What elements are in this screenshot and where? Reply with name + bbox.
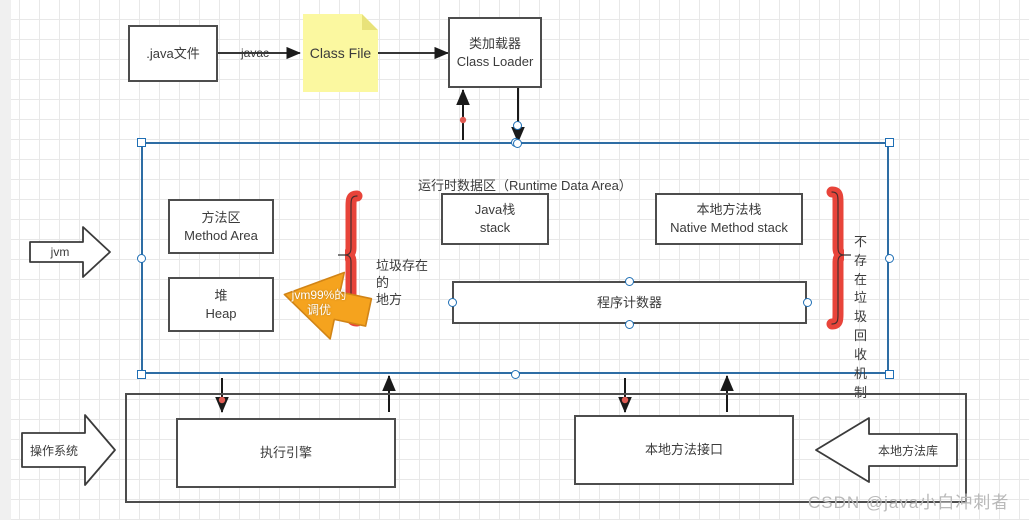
pc-handle-e[interactable] bbox=[803, 298, 812, 307]
selection-handle-w[interactable] bbox=[137, 254, 146, 263]
class-loader-label-en: Class Loader bbox=[456, 53, 534, 69]
garbage-location-label: 垃圾存在的 地方 bbox=[376, 257, 429, 307]
class-loader-box[interactable]: 类加载器 Class Loader bbox=[448, 17, 542, 88]
selection-handle-s[interactable] bbox=[511, 370, 520, 379]
note-fold-corner bbox=[362, 14, 378, 30]
java-stack-label-en: stack bbox=[479, 220, 511, 235]
native-interface-label: 本地方法接口 bbox=[644, 442, 723, 458]
canvas-left-gutter bbox=[0, 0, 11, 520]
heap-label-cn: 堆 bbox=[214, 287, 228, 303]
execution-engine-label: 执行引擎 bbox=[259, 445, 312, 461]
pc-handle-s[interactable] bbox=[625, 320, 634, 329]
native-library-arrow-label: 本地方法库 bbox=[877, 443, 938, 458]
selection-handle-ne[interactable] bbox=[885, 138, 894, 147]
heap-box[interactable]: 堆 Heap bbox=[168, 277, 274, 332]
method-area-label-cn: 方法区 bbox=[201, 209, 241, 225]
native-method-stack-box[interactable]: 本地方法栈 Native Method stack bbox=[655, 193, 803, 245]
native-interface-box[interactable]: 本地方法接口 bbox=[574, 415, 794, 485]
runtime-data-area-title: 运行时数据区（Runtime Data Area） bbox=[418, 177, 632, 193]
no-gc-label: 不存 在垃 圾回 收机 制 bbox=[854, 233, 868, 400]
class-file-note[interactable]: Class File bbox=[303, 14, 378, 92]
execution-engine-box[interactable]: 执行引擎 bbox=[176, 418, 396, 488]
java-stack-box[interactable]: Java栈 stack bbox=[441, 193, 549, 245]
java-file-label: .java文件 bbox=[146, 45, 200, 61]
program-counter-box[interactable]: 程序计数器 bbox=[452, 281, 807, 324]
java-file-box[interactable]: .java文件 bbox=[128, 25, 218, 82]
connector-handle-lower[interactable] bbox=[513, 139, 522, 148]
native-method-stack-label-en: Native Method stack bbox=[670, 220, 788, 235]
jvm-arrow-label: jvm bbox=[50, 245, 70, 259]
heap-label-en: Heap bbox=[205, 305, 237, 321]
tuning-arrow-label: jvm99%的 调优 bbox=[291, 288, 347, 317]
pc-handle-w[interactable] bbox=[448, 298, 457, 307]
diagram-canvas[interactable]: .java文件 javac Class File 类加载器 Class Load… bbox=[0, 0, 1029, 520]
class-loader-label-cn: 类加载器 bbox=[468, 35, 521, 51]
selection-handle-sw[interactable] bbox=[137, 370, 146, 379]
method-area-box[interactable]: 方法区 Method Area bbox=[168, 199, 274, 254]
method-area-label-en: Method Area bbox=[184, 227, 258, 243]
class-file-label: Class File bbox=[309, 45, 372, 61]
os-arrow-label: 操作系统 bbox=[29, 443, 78, 458]
selection-handle-e[interactable] bbox=[885, 254, 894, 263]
selection-handle-nw[interactable] bbox=[137, 138, 146, 147]
java-stack-label-cn: Java栈 bbox=[474, 202, 516, 218]
connector-handle-upper[interactable] bbox=[513, 121, 522, 130]
selection-handle-se[interactable] bbox=[885, 370, 894, 379]
native-method-stack-label-cn: 本地方法栈 bbox=[696, 202, 762, 218]
javac-edge-label: javac bbox=[241, 46, 270, 60]
csdn-watermark: CSDN @java小白冲刺者 bbox=[808, 493, 1010, 512]
pc-handle-n[interactable] bbox=[625, 277, 634, 286]
program-counter-label: 程序计数器 bbox=[596, 294, 662, 310]
